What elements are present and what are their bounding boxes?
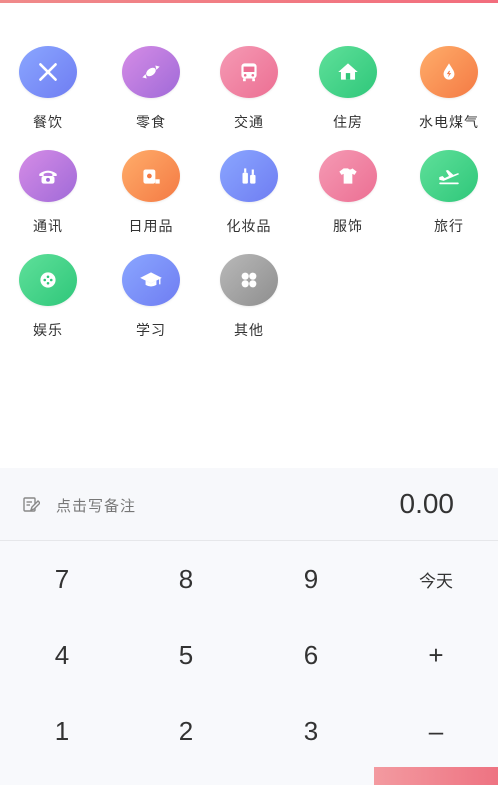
category-label: 学习 (136, 323, 166, 339)
note-input[interactable]: 点击写备注 (56, 495, 136, 516)
tshirt-icon (339, 168, 357, 184)
key-9[interactable]: 9 (249, 541, 373, 617)
category-label: 其他 (234, 323, 264, 339)
airplane-icon (439, 170, 459, 185)
telephone-icon (39, 170, 57, 184)
category-study[interactable]: 学习 (106, 254, 196, 340)
category-row: 餐饮 零食 交通 住房 水电煤气 (0, 46, 498, 150)
category-daily-goods[interactable]: 日用品 (106, 150, 196, 236)
amount-display: 0.00 (399, 488, 455, 519)
category-label: 通讯 (33, 219, 63, 235)
category-label: 娱乐 (33, 323, 63, 339)
category-label: 旅行 (434, 219, 464, 235)
edit-note-icon (23, 497, 40, 512)
key-4[interactable]: 4 (0, 617, 124, 693)
candy-icon (142, 65, 160, 79)
keypad: 7 8 9 今天 4 5 6 + 1 2 3 – (0, 541, 498, 785)
category-label: 住房 (333, 115, 363, 131)
house-icon (338, 63, 358, 80)
clover-icon (241, 272, 257, 288)
category-label: 零食 (136, 115, 166, 131)
key-2[interactable]: 2 (124, 693, 248, 769)
top-accent-line (0, 0, 498, 3)
category-housing[interactable]: 住房 (303, 46, 393, 132)
key-today[interactable]: 今天 (374, 541, 498, 617)
category-entertainment[interactable]: 娱乐 (3, 254, 93, 340)
category-utilities[interactable]: 水电煤气 (404, 46, 494, 132)
tissue-roll-icon (143, 169, 160, 184)
key-5[interactable]: 5 (124, 617, 248, 693)
category-dining[interactable]: 餐饮 (3, 46, 93, 132)
category-clothing[interactable]: 服饰 (303, 150, 393, 236)
key-1[interactable]: 1 (0, 693, 124, 769)
note-row[interactable]: 点击写备注 0.00 (0, 468, 498, 541)
category-transport[interactable]: 交通 (204, 46, 294, 132)
category-label: 化妆品 (226, 219, 272, 235)
water-drop-icon (443, 63, 455, 80)
gamepad-icon (40, 272, 56, 288)
category-cosmetics[interactable]: 化妆品 (204, 150, 294, 236)
bus-icon (241, 63, 257, 82)
graduation-cap-icon (140, 272, 162, 287)
key-8[interactable]: 8 (124, 541, 248, 617)
category-label: 交通 (234, 115, 264, 131)
category-row: 娱乐 学习 其他 (0, 254, 498, 358)
key-plus[interactable]: + (374, 617, 498, 693)
cosmetics-icon (242, 168, 256, 184)
category-label: 餐饮 (33, 115, 63, 131)
category-row: 通讯 日用品 化妆品 服饰 旅行 (0, 150, 498, 254)
key-7[interactable]: 7 (0, 541, 124, 617)
category-label: 日用品 (128, 219, 174, 235)
input-panel: 点击写备注 0.00 7 8 9 今天 4 5 6 + 1 2 3 – (0, 468, 498, 785)
utensils-icon (39, 63, 57, 81)
key-minus[interactable]: – (374, 693, 498, 769)
category-label: 服饰 (333, 219, 363, 235)
category-travel[interactable]: 旅行 (404, 150, 494, 236)
key-6[interactable]: 6 (249, 617, 373, 693)
confirm-button[interactable] (374, 767, 498, 785)
category-label: 水电煤气 (419, 115, 479, 131)
category-telecom[interactable]: 通讯 (3, 150, 93, 236)
category-other[interactable]: 其他 (204, 254, 294, 340)
key-3[interactable]: 3 (249, 693, 373, 769)
category-snacks[interactable]: 零食 (106, 46, 196, 132)
category-grid: 餐饮 零食 交通 住房 水电煤气 通讯 日用品 化妆品 服饰 旅行 娱乐 学习 … (0, 46, 498, 358)
